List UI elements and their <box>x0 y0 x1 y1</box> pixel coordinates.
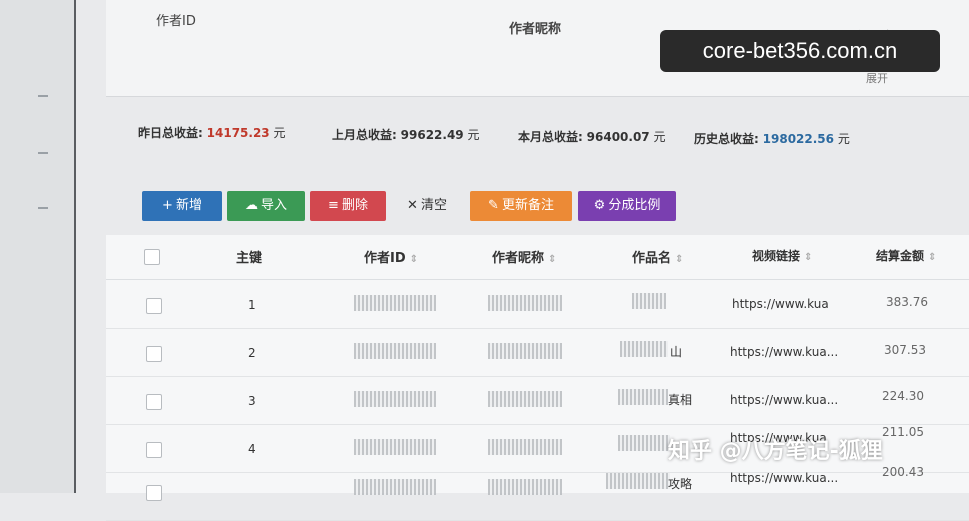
author-nick-filter-label: 作者昵称 <box>509 22 562 37</box>
column-pk: 主键 <box>236 251 263 266</box>
sidebar-marker <box>38 95 48 97</box>
table-row[interactable]: 2 山 https://www.kua... 307.53 <box>106 329 969 377</box>
row-checkbox[interactable] <box>146 346 162 362</box>
redacted-author-id <box>354 343 436 359</box>
table-row[interactable]: 1 https://www.kua 383.76 <box>106 281 969 329</box>
author-id-filter-label: 作者ID <box>156 14 196 29</box>
redacted-author-nick <box>488 295 562 311</box>
select-all-checkbox[interactable] <box>144 249 160 265</box>
stat-this-month: 本月总收益: 96400.07 元 <box>518 130 666 144</box>
cell-work-suffix: 真相 <box>668 393 693 407</box>
watermark-author: 知乎 @八方笔记-狐狸 <box>668 439 883 464</box>
redacted-work-name <box>606 473 670 489</box>
redacted-work-name <box>618 435 670 451</box>
stat-history: 历史总收益: 198022.56 元 <box>694 132 850 146</box>
share-ratio-button[interactable]: ⚙ 分成比例 <box>578 191 676 221</box>
cell-amount: 224.30 <box>882 389 924 403</box>
sidebar <box>0 0 76 493</box>
close-icon: ✕ <box>407 198 418 213</box>
column-author-id[interactable]: 作者ID ⇕ <box>364 247 418 266</box>
cloud-upload-icon: ☁ <box>244 198 258 213</box>
trash-icon: ≡ <box>328 198 339 213</box>
cell-pk: 4 <box>248 442 256 456</box>
stat-last-month: 上月总收益: 99622.49 元 <box>332 128 480 142</box>
row-checkbox[interactable] <box>146 298 162 314</box>
row-checkbox[interactable] <box>146 442 162 458</box>
expand-filters-link[interactable]: 展开 <box>866 70 888 86</box>
cell-video-link[interactable]: https://www.kua... <box>730 345 838 359</box>
delete-button[interactable]: ≡ 删除 <box>310 191 386 221</box>
cell-pk: 2 <box>248 346 256 360</box>
redacted-author-id <box>354 439 436 455</box>
cell-video-link[interactable]: https://www.kua... <box>730 393 838 407</box>
sidebar-marker <box>38 152 48 154</box>
watermark-url: core-bet356.com.cn <box>660 30 940 72</box>
cell-pk: 1 <box>248 298 256 312</box>
table-row[interactable]: 攻略 https://www.kua... 200.43 <box>106 465 969 521</box>
column-author-nick[interactable]: 作者昵称 ⇕ <box>492 247 556 266</box>
redacted-author-nick <box>488 391 562 407</box>
cell-amount: 383.76 <box>886 295 928 309</box>
sidebar-marker <box>38 207 48 209</box>
cell-work-suffix: 山 <box>670 345 683 359</box>
redacted-work-name <box>620 341 668 357</box>
column-video-link[interactable]: 视频链接 ⇕ <box>752 247 812 264</box>
redacted-author-id <box>354 391 436 407</box>
column-settle-amount[interactable]: 结算金额 ⇕ <box>876 247 936 264</box>
redacted-author-nick <box>488 343 562 359</box>
cell-video-link[interactable]: https://www.kua... <box>730 471 838 485</box>
add-button[interactable]: + 新增 <box>142 191 222 221</box>
redacted-author-nick <box>488 439 562 455</box>
stat-yesterday: 昨日总收益: 14175.23 元 <box>138 126 286 140</box>
cell-amount: 307.53 <box>884 343 926 357</box>
cell-pk: 3 <box>248 394 256 408</box>
sort-icon: ⇕ <box>409 254 419 265</box>
redacted-author-id <box>354 295 436 311</box>
plus-icon: + <box>162 198 173 213</box>
sort-icon: ⇕ <box>928 252 937 263</box>
row-checkbox[interactable] <box>146 485 162 501</box>
table-header: 主键 作者ID ⇕ 作者昵称 ⇕ 作品名 ⇕ 视频链接 ⇕ 结算金额 ⇕ <box>106 235 969 280</box>
import-button[interactable]: ☁ 导入 <box>227 191 305 221</box>
clear-button[interactable]: ✕ 清空 <box>392 191 462 221</box>
sort-icon: ⇕ <box>804 252 813 263</box>
sort-icon: ⇕ <box>675 254 684 265</box>
redacted-work-name <box>618 389 668 405</box>
cell-work-suffix: 攻略 <box>668 477 693 491</box>
sort-icon: ⇕ <box>548 254 557 265</box>
cell-amount: 211.05 <box>882 425 924 439</box>
redacted-work-name <box>632 293 666 309</box>
cell-amount: 200.43 <box>882 465 924 479</box>
gear-icon: ⚙ <box>593 198 606 213</box>
cell-video-link[interactable]: https://www.kua <box>732 297 829 311</box>
column-work-name[interactable]: 作品名 ⇕ <box>632 247 683 266</box>
row-checkbox[interactable] <box>146 394 162 410</box>
table-row[interactable]: 3 真相 https://www.kua... 224.30 <box>106 377 969 425</box>
edit-icon: ✎ <box>488 198 499 213</box>
update-note-button[interactable]: ✎ 更新备注 <box>470 191 572 221</box>
